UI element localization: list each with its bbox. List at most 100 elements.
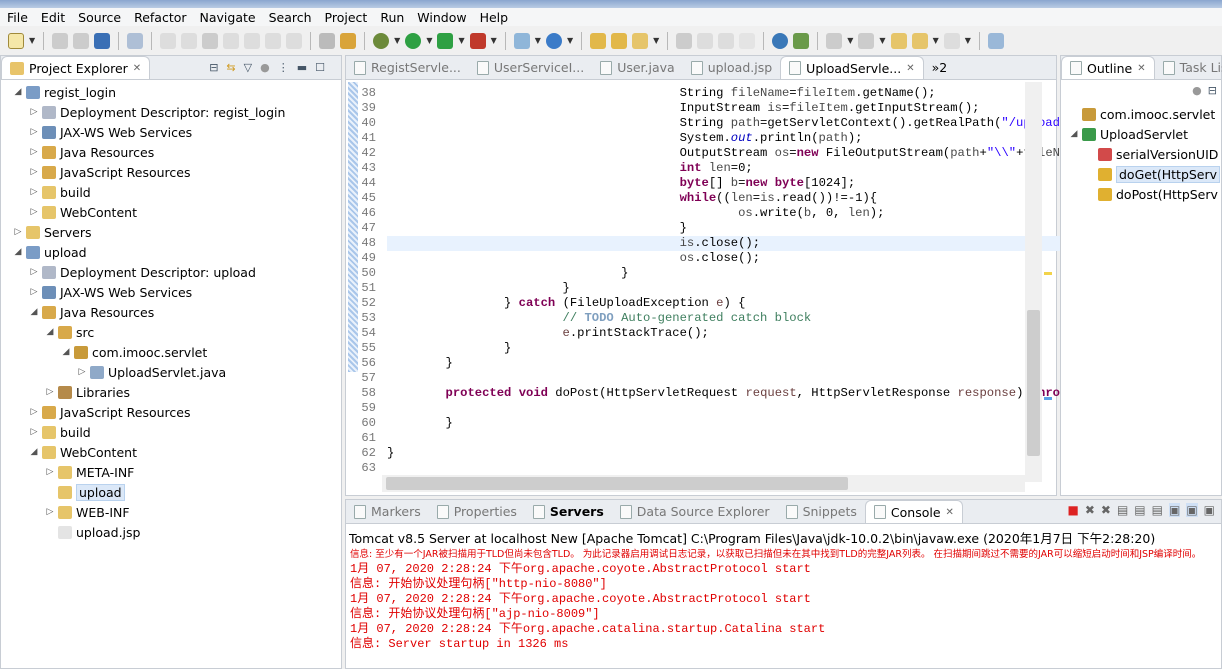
expanded-arrow-icon[interactable]: ◢ bbox=[1069, 129, 1079, 139]
step-return-icon[interactable] bbox=[286, 32, 303, 49]
tree-item[interactable]: ◢ upload bbox=[13, 242, 87, 262]
tree-item[interactable]: doGet(HttpServ bbox=[1085, 164, 1221, 184]
new-servlet-icon[interactable] bbox=[545, 32, 562, 49]
tree-item[interactable]: serialVersionUID bbox=[1085, 144, 1218, 164]
expanded-arrow-icon[interactable]: ◢ bbox=[45, 327, 55, 337]
step-into-icon[interactable] bbox=[244, 32, 261, 49]
tree-item[interactable]: com.imooc.servlet bbox=[1069, 104, 1215, 124]
previous-annotation-icon[interactable] bbox=[858, 32, 875, 49]
collapsed-arrow-icon[interactable]: ▷ bbox=[77, 367, 87, 377]
tree-item[interactable]: ▷ JavaScript Resources bbox=[29, 402, 191, 422]
tab-snippets[interactable]: Snippets bbox=[778, 500, 865, 523]
toggle-mark-occurrences-icon[interactable] bbox=[676, 32, 693, 49]
back-icon[interactable] bbox=[911, 32, 928, 49]
close-icon[interactable]: ✕ bbox=[946, 507, 954, 518]
pin-console-icon[interactable]: ▣ bbox=[1168, 503, 1181, 517]
tree-item[interactable]: ▷ META-INF bbox=[45, 462, 135, 482]
debug-icon[interactable] bbox=[373, 32, 390, 49]
use-step-filters-icon[interactable] bbox=[340, 32, 357, 49]
expanded-arrow-icon[interactable]: ◢ bbox=[29, 307, 39, 317]
tree-item[interactable]: ▷ JAX-WS Web Services bbox=[29, 282, 193, 302]
maximize-icon[interactable]: ☐ bbox=[315, 61, 325, 74]
tab-registservle-[interactable]: RegistServle... bbox=[346, 56, 469, 79]
view-menu-icon[interactable]: ● bbox=[260, 61, 270, 74]
tree-item[interactable]: upload.jsp bbox=[45, 522, 140, 542]
collapsed-arrow-icon[interactable]: ▷ bbox=[29, 427, 39, 437]
save-icon[interactable] bbox=[52, 32, 69, 49]
expanded-arrow-icon[interactable]: ◢ bbox=[13, 247, 23, 257]
collapsed-arrow-icon[interactable]: ▷ bbox=[13, 227, 23, 237]
collapsed-arrow-icon[interactable]: ▷ bbox=[29, 167, 39, 177]
skip-breakpoints-icon[interactable] bbox=[127, 32, 144, 49]
collapsed-arrow-icon[interactable]: ▷ bbox=[29, 207, 39, 217]
run-last-icon[interactable] bbox=[793, 32, 810, 49]
tab-uploadservle-[interactable]: UploadServle... ✕ bbox=[780, 56, 924, 79]
new-icon[interactable] bbox=[8, 32, 24, 49]
globe-icon[interactable] bbox=[772, 32, 789, 49]
collapsed-arrow-icon[interactable]: ▷ bbox=[29, 267, 39, 277]
new-web-project-icon[interactable] bbox=[513, 32, 530, 49]
pilcrow-icon[interactable] bbox=[739, 32, 756, 49]
occurrence-marker[interactable] bbox=[1044, 397, 1052, 400]
menu-file[interactable]: File bbox=[7, 10, 28, 25]
scrollbar-thumb[interactable] bbox=[386, 477, 848, 490]
scroll-lock-icon[interactable]: ▤ bbox=[1134, 503, 1145, 517]
filter-icon[interactable]: ▽ bbox=[244, 61, 252, 74]
tab-user-java[interactable]: User.java bbox=[592, 56, 683, 79]
collapsed-arrow-icon[interactable]: ▷ bbox=[29, 107, 39, 117]
menu-run[interactable]: Run bbox=[380, 10, 404, 25]
collapsed-arrow-icon[interactable]: ▷ bbox=[45, 387, 55, 397]
collapsed-arrow-icon[interactable]: ▷ bbox=[45, 467, 55, 477]
console-view-icon[interactable] bbox=[94, 32, 111, 49]
collapsed-arrow-icon[interactable]: ▷ bbox=[29, 187, 39, 197]
external-tools-icon[interactable] bbox=[469, 32, 486, 49]
menu-refactor[interactable]: Refactor bbox=[134, 10, 186, 25]
warning-marker[interactable] bbox=[1044, 272, 1052, 275]
tab-markers[interactable]: Markers bbox=[346, 500, 429, 523]
show-whitespace-icon[interactable] bbox=[718, 32, 735, 49]
view-menu-dots-icon[interactable]: ⋮ bbox=[278, 61, 289, 74]
forward-icon[interactable] bbox=[943, 32, 960, 49]
toggle-block-selection-icon[interactable] bbox=[697, 32, 714, 49]
tab-outline[interactable]: Outline ✕ bbox=[1061, 56, 1155, 79]
tree-item[interactable]: ▷ Libraries bbox=[45, 382, 130, 402]
drop-to-frame-icon[interactable] bbox=[319, 32, 336, 49]
menu-navigate[interactable]: Navigate bbox=[200, 10, 256, 25]
collapse-all-icon[interactable]: ⊟ bbox=[209, 61, 218, 74]
vertical-scrollbar[interactable] bbox=[1025, 82, 1042, 482]
expanded-arrow-icon[interactable]: ◢ bbox=[29, 447, 39, 457]
search-icon[interactable] bbox=[632, 32, 649, 49]
tree-item[interactable]: upload bbox=[45, 482, 125, 502]
tree-item[interactable]: ▷ WebContent bbox=[29, 202, 137, 222]
menu-edit[interactable]: Edit bbox=[41, 10, 65, 25]
tree-item[interactable]: ◢ regist_login bbox=[13, 82, 117, 102]
tab-upload-jsp[interactable]: upload.jsp bbox=[683, 56, 780, 79]
next-annotation-icon[interactable] bbox=[826, 32, 843, 49]
tree-item[interactable]: ▷ UploadServlet.java bbox=[77, 362, 227, 382]
tab-userservicei-[interactable]: UserServiceI... bbox=[469, 56, 592, 79]
tab-task-list[interactable]: Task List bbox=[1155, 56, 1222, 79]
suspend-icon[interactable] bbox=[181, 32, 198, 49]
sort-icon[interactable]: ⊟ bbox=[1208, 84, 1217, 97]
tree-item[interactable]: ▷ build bbox=[29, 422, 91, 442]
open-console-icon[interactable]: ▣ bbox=[1204, 503, 1215, 517]
word-wrap-icon[interactable]: ▤ bbox=[1152, 503, 1163, 517]
resume-icon[interactable] bbox=[160, 32, 177, 49]
tab-project-explorer[interactable]: Project Explorer ✕ bbox=[1, 56, 151, 79]
collapsed-arrow-icon[interactable]: ▷ bbox=[29, 127, 39, 137]
hide-fields-icon[interactable]: ● bbox=[1192, 84, 1202, 97]
horizontal-scrollbar[interactable] bbox=[382, 475, 1025, 492]
open-folder-icon[interactable] bbox=[611, 32, 628, 49]
terminate-icon[interactable] bbox=[202, 32, 219, 49]
run-server-icon[interactable] bbox=[437, 32, 454, 49]
collapsed-arrow-icon[interactable]: ▷ bbox=[29, 287, 39, 297]
display-console-icon[interactable]: ▣ bbox=[1186, 503, 1198, 517]
tree-item[interactable]: ◢ com.imooc.servlet bbox=[61, 342, 208, 362]
collapsed-arrow-icon[interactable]: ▷ bbox=[45, 507, 55, 517]
menu-window[interactable]: Window bbox=[417, 10, 466, 25]
open-type-icon[interactable] bbox=[590, 32, 607, 49]
open-perspective-icon[interactable] bbox=[987, 32, 1004, 49]
collapsed-arrow-icon[interactable]: ▷ bbox=[29, 407, 39, 417]
save-all-icon[interactable] bbox=[73, 32, 90, 49]
disconnect-icon[interactable] bbox=[223, 32, 240, 49]
